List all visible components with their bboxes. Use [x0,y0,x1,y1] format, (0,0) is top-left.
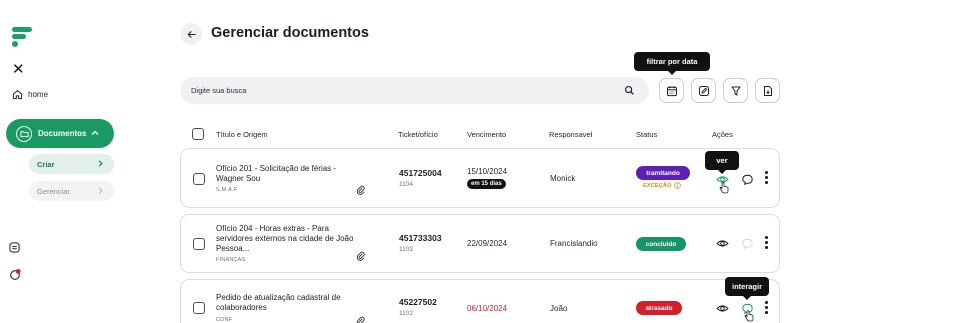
folder-icon [16,125,32,142]
notification-icon[interactable] [9,268,22,281]
ticket-number: 45227502 [399,297,437,307]
row-checkbox[interactable] [193,173,205,185]
due-date: 15/10/2024 [467,167,508,176]
document-title: Ofício 201 - Solicitação de férias - Wag… [216,164,337,183]
calendar-icon [666,85,677,96]
sub-ticket-number: 1104 [399,181,413,188]
search-input[interactable] [180,77,649,104]
interact-icon[interactable] [741,173,754,186]
owner-name: João [550,304,568,313]
ticket-number: 451725004 [399,168,442,178]
row-checkbox[interactable] [193,302,205,314]
exception-label: EXCEÇÃO [643,182,672,189]
close-sidebar-icon[interactable]: ✕ [12,62,25,77]
sidebar-item-documentos[interactable]: Documentos [6,119,114,148]
view-icon[interactable] [716,237,729,250]
document-origin: S.M.A.F [216,187,238,193]
chevron-right-icon [98,187,103,194]
owner-name: Monick [550,174,576,183]
document-origin: CONF [216,317,233,323]
column-header-title: Título e Origem [216,130,268,139]
more-options-icon[interactable] [765,236,769,252]
back-button[interactable] [180,23,202,45]
sidebar-item-label: Documentos [38,129,87,138]
attachment-icon[interactable] [356,316,366,323]
sidebar-subitem-criar[interactable]: Criar [29,154,114,174]
status-badge: atrasado [636,301,682,315]
hand-cursor-icon [744,310,754,322]
more-options-icon[interactable] [765,301,769,317]
table-row[interactable]: Pedido de atualização cadastral de colab… [180,279,780,323]
column-header-ticket: Ticket/ofício [398,130,438,139]
edit-icon [698,85,709,96]
select-all-checkbox[interactable] [192,128,204,140]
due-date: 22/09/2024 [467,239,508,248]
status-badge: tramitando [636,166,690,180]
tooltip-filter-date: filtrar por data [634,52,710,75]
sidebar-subitem-gerenciar[interactable]: Gerenciar [29,181,114,201]
column-header-actions: Ações [712,130,733,139]
due-countdown-badge: em 15 dias [467,179,506,189]
interact-icon-disabled [742,238,753,249]
export-button[interactable] [755,78,780,103]
due-date-overdue: 06/10/2024 [467,304,508,313]
home-icon [12,90,23,100]
sub-ticket-number: 1103 [399,246,413,253]
arrow-left-icon [187,30,196,38]
list-icon[interactable] [9,242,20,253]
attachment-icon[interactable] [356,185,366,195]
column-header-due: Vencimento [467,130,507,139]
tooltip-interact: interagir [725,277,769,300]
sidebar-subitem-label: Criar [37,159,55,169]
hand-cursor-icon [719,182,729,194]
tooltip-view: ver [705,151,739,174]
sidebar-subitem-label: Gerenciar [37,186,70,196]
view-icon[interactable] [716,302,729,315]
more-options-icon[interactable] [765,171,769,187]
attachment-icon[interactable] [356,251,366,261]
document-title: Pedido de atualização cadastral de colab… [216,293,341,312]
filter-button[interactable] [723,78,748,103]
column-header-status: Status [636,130,658,139]
column-header-owner: Responsavel [549,130,593,139]
filter-icon [731,86,740,95]
document-title: Ofício 204 - Horas extras - Para servido… [216,224,354,253]
edit-button[interactable] [691,78,716,103]
filter-by-date-button[interactable] [659,78,684,103]
document-download-icon [763,85,772,96]
owner-name: Francislandio [550,239,598,248]
page-title: Gerenciar documentos [211,25,369,41]
row-checkbox[interactable] [193,238,205,250]
table-row[interactable]: Ofício 201 - Solicitação de férias - Wag… [180,148,780,208]
chevron-up-icon [91,130,99,135]
table-row[interactable]: Ofício 204 - Horas extras - Para servido… [180,214,780,273]
sidebar-item-label: home [28,90,49,99]
status-badge: concluido [636,237,686,251]
app-logo [12,27,34,49]
sub-ticket-number: 1102 [399,310,413,317]
sidebar-item-home[interactable]: home [12,89,48,100]
search-icon[interactable] [624,85,635,96]
info-icon [673,182,681,189]
chevron-right-icon [98,160,103,167]
document-origin: FINANÇAS [216,257,246,263]
ticket-number: 451733303 [399,233,442,243]
exception-note: EXCEÇÃO [643,182,681,189]
